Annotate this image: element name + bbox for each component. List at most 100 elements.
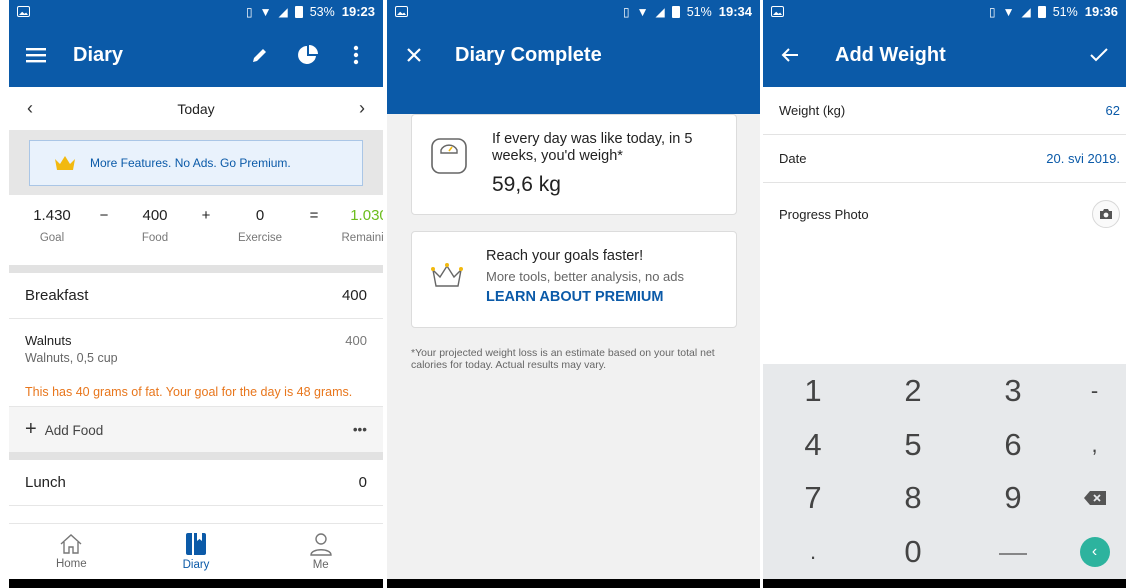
vibrate-icon: ▯ [245, 4, 253, 19]
close-icon[interactable] [401, 42, 427, 68]
breakfast-calories: 400 [341, 287, 367, 304]
gallery-notification-icon [17, 6, 30, 17]
divider [9, 265, 383, 273]
projection-card: If every day was like today, in 5 weeks,… [411, 114, 737, 215]
check-icon[interactable] [1086, 42, 1112, 68]
app-bar: Diary [9, 23, 383, 87]
projection-text: If every day was like today, in 5 weeks,… [492, 131, 693, 164]
minus-operator: − [99, 207, 109, 224]
promo-section: More Features. No Ads. Go Premium. [9, 130, 383, 195]
premium-card[interactable]: Reach your goals faster! More tools, bet… [411, 231, 737, 328]
key-3[interactable]: 3 [963, 364, 1063, 418]
remaining-value: 1.030 [350, 207, 383, 224]
food-entry[interactable]: Walnuts 400 Walnuts, 0,5 cup [9, 319, 383, 371]
goal-label: Goal [39, 232, 65, 244]
add-food-row: + Add Food ••• [9, 406, 383, 452]
vibrate-icon: ▯ [622, 4, 630, 19]
system-nav-bar [763, 579, 1126, 588]
food-calories: 400 [345, 333, 367, 348]
disclaimer-text: *Your projected weight loss is an estima… [411, 347, 715, 371]
more-vert-icon[interactable] [343, 42, 369, 68]
plus-operator: + [201, 207, 211, 224]
breakfast-header[interactable]: Breakfast 400 [9, 273, 383, 319]
key-5[interactable]: 5 [863, 418, 963, 472]
weight-field[interactable]: Weight (kg) 62 [763, 87, 1126, 135]
food-value: 400 [142, 207, 168, 224]
numeric-keypad: 1 2 3 - 4 5 6 , 7 8 9 . 0 ‹ [763, 364, 1126, 579]
lunch-title: Lunch [25, 474, 66, 491]
key-7[interactable]: 7 [763, 472, 863, 526]
chevron-right-icon[interactable]: › [359, 98, 365, 119]
crown-icon [55, 156, 75, 170]
backspace-icon[interactable] [1063, 472, 1126, 526]
diary-screen: ▯ ▼ ◢ 53% 19:23 Diary ‹ Today › More Fea… [9, 0, 383, 588]
exercise-value: 0 [255, 207, 265, 224]
clock: 19:23 [341, 4, 375, 19]
battery-percent: 51% [686, 4, 712, 19]
premium-banner[interactable]: More Features. No Ads. Go Premium. [29, 140, 363, 186]
wifi-icon: ▼ [259, 4, 272, 19]
date-label: Date [779, 151, 807, 166]
bottom-tab-bar: Home Diary Me [9, 523, 383, 579]
date-field[interactable]: Date 20. svi 2019. [763, 135, 1126, 183]
lunch-calories: 0 [358, 474, 367, 491]
add-food-button[interactable]: + Add Food [25, 418, 103, 441]
equals-operator: = [309, 207, 319, 224]
learn-premium-link[interactable]: LEARN ABOUT PREMIUM [486, 289, 684, 305]
pie-chart-icon[interactable] [295, 42, 321, 68]
key-6[interactable]: 6 [963, 418, 1063, 472]
tab-diary-label: Diary [182, 559, 210, 571]
key-9[interactable]: 9 [963, 472, 1063, 526]
vibrate-icon: ▯ [988, 4, 996, 19]
page-title: Add Weight [835, 43, 946, 66]
battery-percent: 51% [1052, 4, 1078, 19]
date-value[interactable]: 20. svi 2019. [1046, 151, 1120, 166]
weight-label: Weight (kg) [779, 103, 846, 118]
edit-icon[interactable] [247, 42, 273, 68]
person-icon [309, 533, 332, 556]
key-2[interactable]: 2 [863, 364, 963, 418]
key-4[interactable]: 4 [763, 418, 863, 472]
back-arrow-icon[interactable] [777, 42, 803, 68]
key-comma[interactable]: , [1063, 418, 1126, 472]
food-name: Walnuts [25, 333, 72, 348]
camera-button[interactable] [1092, 200, 1120, 228]
weight-value[interactable]: 62 [1106, 103, 1120, 118]
premium-title: Reach your goals faster! [486, 248, 644, 264]
key-1[interactable]: 1 [763, 364, 863, 418]
progress-photo-label: Progress Photo [779, 206, 869, 222]
key-minus[interactable]: - [1063, 364, 1126, 418]
signal-icon: ◢ [655, 4, 665, 19]
signal-icon: ◢ [1021, 4, 1031, 19]
battery-icon [671, 5, 680, 18]
status-bar: ▯ ▼ ◢ 53% 19:23 [9, 0, 383, 23]
tab-me-label: Me [312, 559, 329, 571]
go-key[interactable]: ‹ [1063, 525, 1126, 579]
crown-outline-icon [431, 263, 463, 287]
key-0[interactable]: 0 [863, 525, 963, 579]
tab-diary[interactable]: Diary [134, 524, 259, 579]
add-weight-screen: ▯ ▼ ◢ 51% 19:36 Add Weight Weight (kg) 6… [763, 0, 1126, 588]
remaining-label: Remaining [341, 232, 384, 244]
lunch-header[interactable]: Lunch 0 [9, 460, 383, 506]
page-title: Diary [73, 43, 124, 66]
book-icon [186, 533, 206, 555]
tab-home[interactable]: Home [9, 524, 134, 579]
premium-banner-text: More Features. No Ads. Go Premium. [90, 156, 291, 170]
menu-icon[interactable] [23, 42, 49, 68]
more-horiz-icon[interactable]: ••• [353, 422, 367, 437]
key-8[interactable]: 8 [863, 472, 963, 526]
battery-percent: 53% [309, 4, 335, 19]
status-bar: ▯ ▼ ◢ 51% 19:36 [763, 0, 1126, 23]
chevron-left-icon[interactable]: ‹ [27, 98, 33, 119]
key-dot[interactable]: . [763, 525, 863, 579]
signal-icon: ◢ [278, 4, 288, 19]
tab-me[interactable]: Me [258, 524, 383, 579]
wifi-icon: ▼ [636, 4, 649, 19]
space-key[interactable] [963, 525, 1063, 579]
current-date[interactable]: Today [177, 101, 214, 117]
goal-value: 1.430 [33, 207, 71, 224]
system-nav-bar [9, 579, 383, 588]
breakfast-title: Breakfast [25, 287, 89, 304]
projection-value: 59,6 kg [492, 173, 561, 196]
